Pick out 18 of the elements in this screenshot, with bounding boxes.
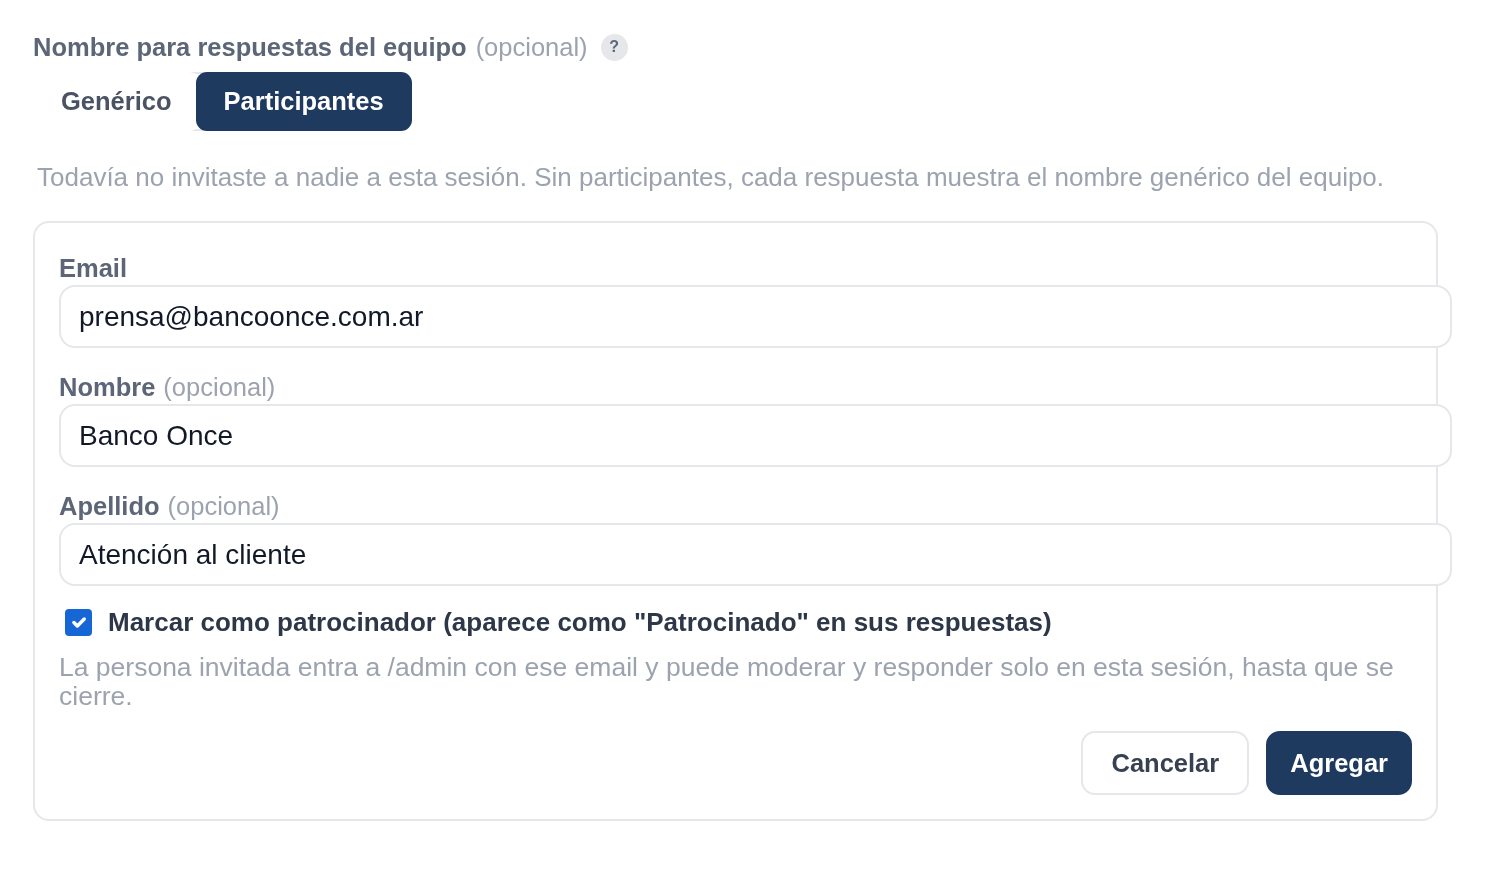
- checkbox[interactable]: [65, 608, 92, 636]
- field-label: Nombre: [59, 372, 156, 403]
- checkbox-label: Marcar como patrocinador (aparece como "Patrocinado" en sus respuestas): [108, 605, 1052, 639]
- optional-note: (opcional): [163, 372, 276, 403]
- help-button[interactable]: ?: [600, 33, 628, 61]
- mode-tab[interactable]: Participantes: [195, 72, 412, 131]
- input-field[interactable]: Atención al cliente: [59, 523, 1452, 586]
- add-button[interactable]: Agregar: [1266, 731, 1412, 795]
- input-field[interactable]: Banco Once: [59, 404, 1452, 467]
- input-field[interactable]: prensa@bancoonce.com.ar: [59, 285, 1452, 348]
- field-label: Apellido: [59, 491, 160, 522]
- hint-text: La persona invitada entra a /admin con ese email y puede moderar y responder solo en esta sesión, hasta que se cierre.: [59, 653, 1395, 711]
- optional-note: (opcional): [475, 31, 588, 63]
- cancel-button[interactable]: Cancelar: [1081, 731, 1250, 795]
- description-text: Todavía no invitaste a nadie a esta sesión. Sin participantes, cada respuesta muestra el nombre genérico del equipo.: [37, 161, 1386, 193]
- optional-note: (opcional): [167, 491, 280, 522]
- section-title: Nombre para respuestas del equipo: [33, 31, 467, 63]
- field-label: Email: [59, 253, 128, 284]
